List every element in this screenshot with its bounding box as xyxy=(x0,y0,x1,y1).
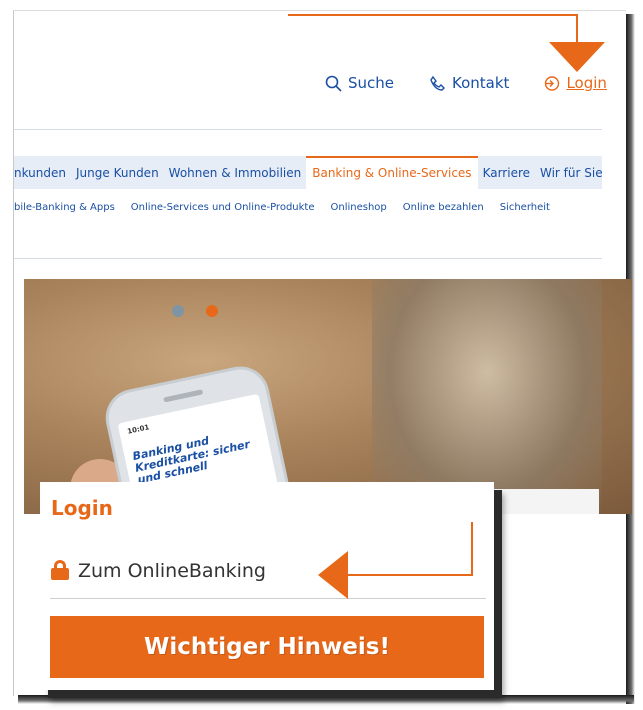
annotation-arrow-horizontal-2 xyxy=(346,574,473,576)
login-popup: Login Zum OnlineBanking Wichtiger Hinwei… xyxy=(40,482,494,690)
contact-link[interactable]: Kontakt xyxy=(429,74,509,92)
top-navigation: Suche Kontakt Login xyxy=(325,74,607,92)
phone-speaker xyxy=(163,389,204,403)
search-icon xyxy=(325,75,342,92)
nav-item-wir-fuer-sie[interactable]: Wir für Sie xyxy=(535,166,602,180)
search-label: Suche xyxy=(348,74,395,92)
header-divider xyxy=(14,129,602,130)
annotation-arrow-vertical-2 xyxy=(471,522,473,576)
subnav-item-online-bezahlen[interactable]: Online bezahlen xyxy=(395,202,492,213)
subnav-item-online-services[interactable]: Online-Services und Online-Produkte xyxy=(123,202,323,213)
main-navigation: nkunden Junge Kunden Wohnen & Immobilien… xyxy=(14,156,602,189)
subnav-item-sicherheit[interactable]: Sicherheit xyxy=(492,202,558,213)
slider-dot-2[interactable] xyxy=(206,305,218,317)
lock-body xyxy=(51,568,69,580)
sub-navigation: bile-Banking & Apps Online-Services und … xyxy=(14,202,602,213)
contact-label: Kontakt xyxy=(452,74,510,92)
popup-title: Login xyxy=(51,496,113,520)
phone-text: Banking und Kreditkarte: sicher und schn… xyxy=(131,434,252,487)
subnav-item-mobile-banking[interactable]: bile-Banking & Apps xyxy=(14,202,123,213)
login-icon xyxy=(545,75,560,91)
nav-item-karriere[interactable]: Karriere xyxy=(478,166,535,180)
frame-shadow-bottom xyxy=(18,695,634,704)
nav-item-firmenkunden[interactable]: nkunden xyxy=(14,166,71,180)
search-link[interactable]: Suche xyxy=(325,74,394,92)
subnav-item-onlineshop[interactable]: Onlineshop xyxy=(323,202,395,213)
login-link[interactable]: Login xyxy=(543,74,607,92)
annotation-arrow-head-2 xyxy=(318,551,348,599)
login-label: Login xyxy=(566,74,607,92)
nav-item-banking[interactable]: Banking & Online-Services xyxy=(306,156,478,189)
hero-banner: 10:01 Banking und Kreditkarte: sicher un… xyxy=(24,279,632,514)
slider-dot-1[interactable] xyxy=(172,305,184,317)
hero-caption-box xyxy=(494,489,599,514)
phone-icon xyxy=(430,75,446,91)
annotation-arrow-line xyxy=(288,14,578,16)
lock-icon xyxy=(51,560,69,580)
subnav-divider xyxy=(14,258,602,259)
important-notice-button[interactable]: Wichtiger Hinweis! xyxy=(50,616,484,678)
online-banking-link[interactable]: Zum OnlineBanking xyxy=(78,560,266,582)
nav-item-wohnen[interactable]: Wohnen & Immobilien xyxy=(164,166,307,180)
annotation-arrow-head xyxy=(549,42,605,72)
hero-background xyxy=(372,279,602,514)
popup-divider xyxy=(50,598,486,599)
annotation-arrow-line-vertical xyxy=(576,14,578,44)
nav-item-junge-kunden[interactable]: Junge Kunden xyxy=(71,166,164,180)
